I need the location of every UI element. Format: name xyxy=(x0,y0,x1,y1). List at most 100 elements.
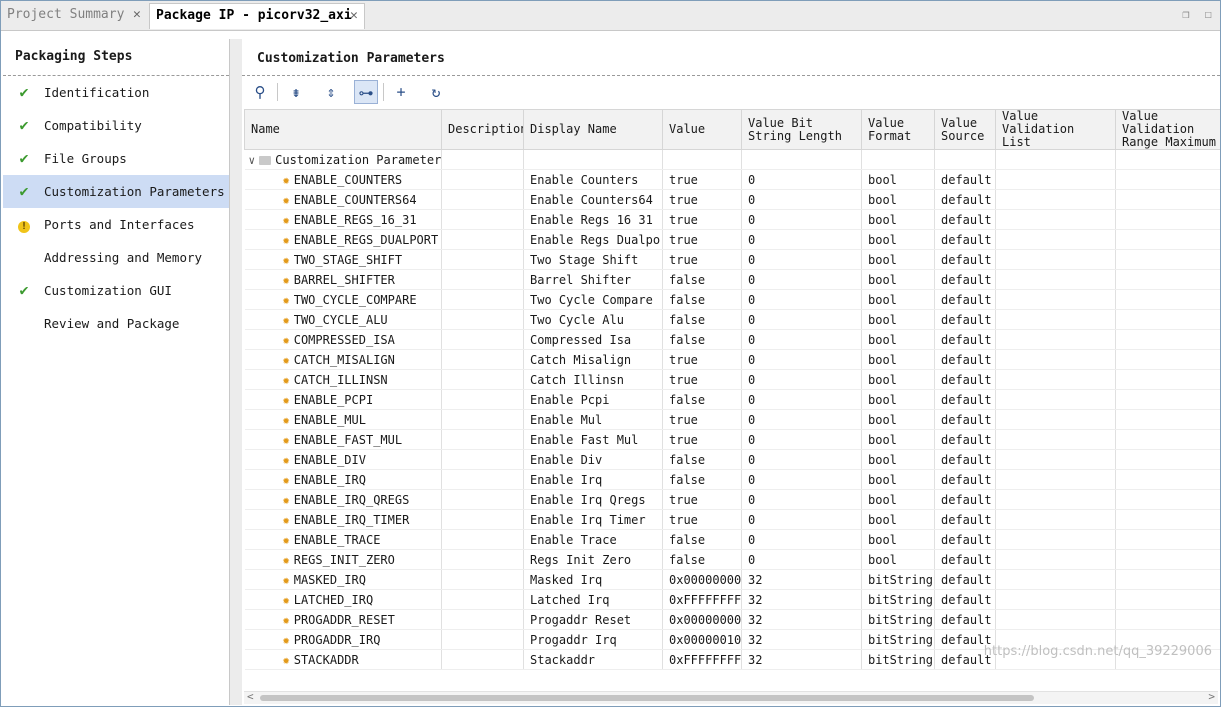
table-cell[interactable]: true xyxy=(662,209,742,230)
table-cell[interactable]: 32 xyxy=(741,649,862,670)
table-cell[interactable] xyxy=(441,489,524,510)
table-cell[interactable]: 0 xyxy=(741,349,862,370)
table-cell[interactable]: true xyxy=(662,409,742,430)
table-cell[interactable]: bool xyxy=(861,409,935,430)
scroll-left-icon[interactable]: < xyxy=(247,690,254,703)
table-row[interactable]: ✹ ENABLE_REGS_16_31 Enable Regs 16 31 true 0… xyxy=(244,209,1220,230)
table-cell[interactable]: 0 xyxy=(741,509,862,530)
table-cell-empty[interactable] xyxy=(995,489,1116,510)
table-row[interactable]: ✹ ENABLE_DIV Enable Div false 0 bool default xyxy=(244,449,1220,470)
table-cell[interactable] xyxy=(441,409,524,430)
table-cell[interactable]: Masked Irq xyxy=(523,569,663,590)
param-name-cell[interactable]: ✹ ENABLE_REGS_16_31 xyxy=(244,209,442,230)
table-cell[interactable]: default xyxy=(934,509,996,530)
table-cell-empty[interactable] xyxy=(995,449,1116,470)
table-cell[interactable] xyxy=(441,349,524,370)
table-cell-empty[interactable] xyxy=(1115,609,1220,630)
panel-splitter[interactable] xyxy=(230,39,242,705)
table-cell[interactable]: bool xyxy=(861,209,935,230)
table-cell[interactable]: 0 xyxy=(741,469,862,490)
table-cell-empty[interactable] xyxy=(995,529,1116,550)
table-cell[interactable]: default xyxy=(934,329,996,350)
table-row[interactable]: ✹ ENABLE_IRQ_TIMER Enable Irq Timer true 0 bo… xyxy=(244,509,1220,530)
table-cell[interactable]: Progaddr Irq xyxy=(523,629,663,650)
step-item[interactable]: ✔ Identification xyxy=(3,76,229,109)
table-cell[interactable]: false xyxy=(662,529,742,550)
table-row[interactable]: ✹ REGS_INIT_ZERO Regs Init Zero false 0 bool d… xyxy=(244,549,1220,570)
param-name-cell[interactable]: ✹ STACKADDR xyxy=(244,649,442,670)
table-cell[interactable]: default xyxy=(934,269,996,290)
table-row[interactable]: ✹ ENABLE_TRACE Enable Trace false 0 bool defau… xyxy=(244,529,1220,550)
table-row[interactable]: ✹ ENABLE_MUL Enable Mul true 0 bool default xyxy=(244,409,1220,430)
table-cell[interactable]: Catch Illinsn xyxy=(523,369,663,390)
table-cell[interactable]: Two Cycle Compare xyxy=(523,289,663,310)
table-cell[interactable] xyxy=(441,369,524,390)
table-cell[interactable]: false xyxy=(662,289,742,310)
table-cell[interactable]: bool xyxy=(861,229,935,250)
table-cell[interactable]: 0 xyxy=(741,449,862,470)
table-cell[interactable]: 0 xyxy=(741,389,862,410)
add-icon[interactable]: + xyxy=(389,80,413,104)
table-cell-empty[interactable] xyxy=(1115,569,1220,590)
scrollbar-thumb[interactable] xyxy=(260,695,1034,701)
param-name-cell[interactable]: ✹ MASKED_IRQ xyxy=(244,569,442,590)
table-cell[interactable]: Enable Div xyxy=(523,449,663,470)
table-cell[interactable]: bool xyxy=(861,289,935,310)
table-cell[interactable] xyxy=(441,549,524,570)
table-cell[interactable]: default xyxy=(934,429,996,450)
table-cell[interactable]: bitString xyxy=(861,609,935,630)
column-header[interactable]: Value Validation List xyxy=(995,109,1116,150)
param-name-cell[interactable]: ✹ CATCH_MISALIGN xyxy=(244,349,442,370)
table-cell[interactable]: Enable Counters64 xyxy=(523,189,663,210)
table-row[interactable]: ✹ TWO_CYCLE_ALU Two Cycle Alu false 0 bool def… xyxy=(244,309,1220,330)
chevron-down-icon[interactable]: ∨ xyxy=(249,154,256,167)
table-cell[interactable]: bool xyxy=(861,189,935,210)
table-cell[interactable]: 0 xyxy=(741,329,862,350)
param-name-cell[interactable]: ✹ ENABLE_COUNTERS xyxy=(244,169,442,190)
table-cell-empty[interactable] xyxy=(995,429,1116,450)
table-cell[interactable]: default xyxy=(934,549,996,570)
table-cell-empty[interactable] xyxy=(1115,169,1220,190)
table-cell[interactable]: bitString xyxy=(861,589,935,610)
table-cell[interactable]: bool xyxy=(861,469,935,490)
tab-package-ip[interactable]: Package IP - picorv32_axi ✕ xyxy=(149,3,365,29)
table-cell[interactable] xyxy=(441,289,524,310)
table-cell[interactable]: default xyxy=(934,369,996,390)
table-cell[interactable]: 0 xyxy=(741,229,862,250)
table-row[interactable]: ✹ ENABLE_REGS_DUALPORT Enable Regs Dualpor… xyxy=(244,229,1220,250)
table-cell[interactable]: 0 xyxy=(741,249,862,270)
table-cell-empty[interactable] xyxy=(995,589,1116,610)
table-row[interactable]: ✹ CATCH_MISALIGN Catch Misalign true 0 bool de… xyxy=(244,349,1220,370)
table-cell[interactable]: Regs Init Zero xyxy=(523,549,663,570)
param-name-cell[interactable]: ✹ BARREL_SHIFTER xyxy=(244,269,442,290)
table-cell-empty[interactable] xyxy=(995,229,1116,250)
table-cell-empty[interactable] xyxy=(1115,489,1220,510)
table-cell[interactable]: Two Cycle Alu xyxy=(523,309,663,330)
step-item[interactable]: Addressing and Memory xyxy=(3,241,229,274)
table-cell[interactable]: default xyxy=(934,469,996,490)
group-name-cell[interactable]: ∨ Customization Parameters xyxy=(244,149,442,170)
param-name-cell[interactable]: ✹ ENABLE_FAST_MUL xyxy=(244,429,442,450)
param-name-cell[interactable]: ✹ ENABLE_IRQ xyxy=(244,469,442,490)
table-cell-empty[interactable] xyxy=(995,389,1116,410)
table-cell[interactable]: 0 xyxy=(741,189,862,210)
table-cell[interactable]: bitString xyxy=(861,629,935,650)
table-cell[interactable]: bool xyxy=(861,489,935,510)
table-cell[interactable]: bool xyxy=(861,269,935,290)
table-cell-empty[interactable] xyxy=(1115,369,1220,390)
table-cell-empty[interactable] xyxy=(1115,509,1220,530)
table-cell[interactable] xyxy=(441,169,524,190)
table-cell[interactable]: bool xyxy=(861,169,935,190)
table-cell[interactable] xyxy=(441,529,524,550)
table-cell-empty[interactable] xyxy=(995,249,1116,270)
table-cell[interactable]: default xyxy=(934,409,996,430)
table-cell[interactable]: bool xyxy=(861,449,935,470)
table-cell[interactable]: false xyxy=(662,389,742,410)
table-cell[interactable]: bitString xyxy=(861,569,935,590)
restore-icon[interactable]: ❐ xyxy=(1182,7,1189,21)
table-cell[interactable]: true xyxy=(662,229,742,250)
table-cell[interactable]: Stackaddr xyxy=(523,649,663,670)
table-cell-empty[interactable] xyxy=(995,209,1116,230)
table-cell[interactable]: default xyxy=(934,569,996,590)
step-item[interactable]: ✔ Customization Parameters xyxy=(3,175,229,208)
